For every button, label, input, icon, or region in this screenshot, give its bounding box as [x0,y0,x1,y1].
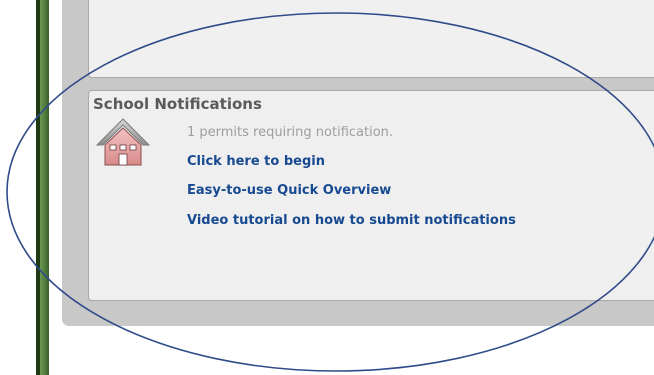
school-house-icon [95,118,151,166]
school-notifications-title: School Notifications [93,95,262,113]
upper-section-box [88,0,654,78]
school-notifications-section: School Notifications 1 permits requiring… [88,90,654,301]
screenshot-stage: School Notifications 1 permits requiring… [0,0,654,375]
left-edge-green-stripe [40,0,49,375]
quick-overview-link[interactable]: Easy-to-use Quick Overview [187,183,391,198]
begin-notification-link[interactable]: Click here to begin [187,154,325,169]
video-tutorial-link[interactable]: Video tutorial on how to submit notifica… [187,213,516,228]
permits-count-text: 1 permits requiring notification. [187,125,394,140]
